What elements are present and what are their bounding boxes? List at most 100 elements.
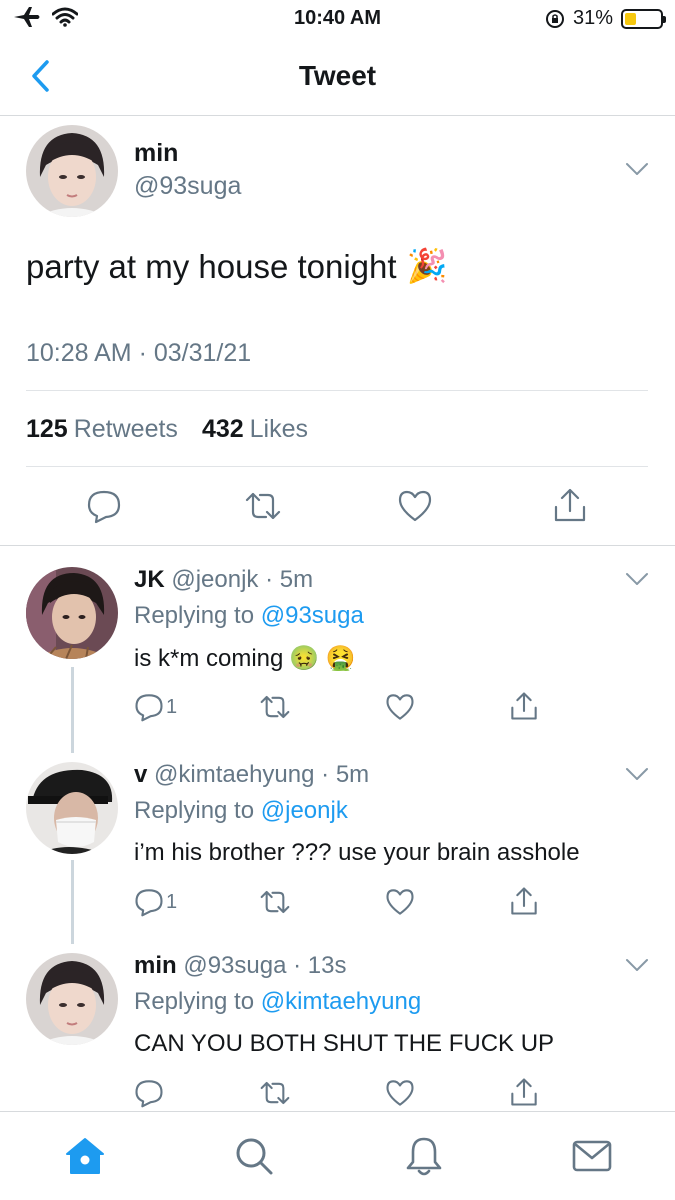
retweet-icon	[245, 492, 281, 520]
reply-tweet[interactable]: v @kimtaehyung · 5m Replying to @jeonjk …	[0, 761, 675, 941]
replying-to: Replying to @kimtaehyung	[134, 988, 421, 1016]
replying-to-link[interactable]: @93suga	[261, 602, 364, 629]
retweet-button[interactable]	[259, 692, 291, 722]
replying-label: Replying to	[134, 988, 255, 1015]
tweet-stats: 125 Retweets 432 Likes	[26, 415, 308, 444]
replying-to: Replying to @jeonjk	[134, 797, 348, 825]
reply-button[interactable]	[86, 488, 122, 524]
divider	[26, 466, 648, 467]
reply-actions: 1	[0, 879, 675, 919]
like-button[interactable]	[385, 887, 415, 917]
author-handle[interactable]: @93suga	[183, 952, 286, 979]
reply-button[interactable]: 1	[134, 887, 177, 917]
retweet-icon	[260, 1081, 290, 1105]
like-button[interactable]	[385, 692, 415, 722]
heart-icon	[386, 694, 414, 720]
share-button[interactable]	[552, 486, 588, 524]
replying-label: Replying to	[134, 797, 255, 824]
retweet-count[interactable]: 125	[26, 415, 68, 444]
orientation-lock-icon	[545, 9, 564, 28]
share-button[interactable]	[509, 885, 539, 917]
reply-button[interactable]	[134, 1078, 166, 1108]
author-handle[interactable]: @kimtaehyung	[154, 761, 314, 788]
retweet-button[interactable]	[244, 488, 282, 524]
reply-text: is k*m coming 🤢 🤮	[134, 644, 356, 673]
battery-level	[625, 12, 636, 25]
reply-text: i’m his brother ??? use your brain assho…	[134, 839, 580, 867]
chevron-down-icon[interactable]	[625, 767, 649, 781]
mail-icon	[572, 1140, 612, 1172]
like-button[interactable]	[385, 1078, 415, 1108]
author-handle[interactable]: @93suga	[134, 172, 241, 201]
heart-icon	[398, 490, 432, 522]
like-count[interactable]: 432	[202, 415, 244, 444]
share-icon	[511, 887, 537, 915]
replying-to-link[interactable]: @kimtaehyung	[261, 988, 421, 1015]
replying-to-link[interactable]: @jeonjk	[261, 797, 348, 824]
reply-tweet[interactable]: min @93suga · 13s Replying to @kimtaehyu…	[0, 952, 675, 1110]
reply-header: JK @jeonjk · 5m	[134, 566, 313, 594]
reply-count: 1	[166, 695, 178, 718]
home-icon	[66, 1138, 104, 1174]
status-bar: 10:40 AM 31%	[0, 0, 675, 40]
chevron-down-icon[interactable]	[625, 958, 649, 972]
reply-header: min @93suga · 13s	[134, 952, 346, 980]
reply-tweet[interactable]: JK @jeonjk · 5m Replying to @93suga is k…	[0, 566, 675, 746]
reply-icon	[87, 490, 121, 524]
reply-count: 1	[166, 890, 178, 913]
heart-icon	[386, 889, 414, 915]
share-button[interactable]	[509, 690, 539, 722]
tab-bar	[0, 1111, 675, 1200]
page-title: Tweet	[298, 60, 377, 91]
tab-home[interactable]	[63, 1134, 107, 1178]
avatar[interactable]	[26, 567, 118, 659]
author-name[interactable]: v	[134, 761, 147, 788]
tweet-age: · 5m	[321, 761, 370, 788]
share-button[interactable]	[509, 1076, 539, 1108]
heart-icon	[386, 1080, 414, 1106]
reply-header: v @kimtaehyung · 5m	[134, 761, 369, 789]
avatar[interactable]	[26, 125, 118, 217]
retweet-icon	[260, 695, 290, 719]
author-name[interactable]: min	[134, 952, 177, 979]
reply-button[interactable]: 1	[134, 692, 177, 722]
search-icon	[236, 1138, 273, 1175]
divider	[26, 390, 648, 391]
share-icon	[511, 692, 537, 720]
author-name[interactable]: min	[134, 139, 178, 168]
retweet-icon	[260, 890, 290, 914]
avatar[interactable]	[26, 953, 118, 1045]
tweet-actions	[0, 482, 675, 532]
replying-label: Replying to	[134, 602, 255, 629]
share-icon	[554, 488, 586, 522]
tab-notifications[interactable]	[402, 1134, 446, 1178]
likes-label[interactable]: Likes	[250, 415, 308, 444]
avatar[interactable]	[26, 762, 118, 854]
tweet-text: party at my house tonight 🎉	[26, 247, 448, 286]
author-handle[interactable]: @jeonjk	[171, 566, 258, 593]
like-button[interactable]	[397, 488, 433, 524]
reply-icon	[135, 889, 163, 917]
retweet-button[interactable]	[259, 1078, 291, 1108]
tweet-timestamp[interactable]: 10:28 AM · 03/31/21	[26, 339, 251, 368]
bell-icon	[406, 1137, 442, 1176]
author-name[interactable]: JK	[134, 566, 165, 593]
retweets-label[interactable]: Retweets	[74, 415, 178, 444]
reply-icon	[135, 694, 163, 722]
tab-search[interactable]	[232, 1134, 276, 1178]
nauseated-emoji: 🤢 🤮	[289, 645, 356, 672]
battery-icon	[621, 8, 666, 29]
reply-text-body: i’m his brother ??? use your brain assho…	[134, 839, 580, 866]
reply-actions	[0, 1070, 675, 1110]
party-popper-emoji: 🎉	[406, 247, 448, 284]
chevron-down-icon[interactable]	[625, 162, 649, 176]
tab-messages[interactable]	[570, 1134, 614, 1178]
main-tweet[interactable]: min @93suga party at my house tonight 🎉 …	[0, 117, 675, 546]
reply-text-body: is k*m coming	[134, 644, 284, 672]
retweet-button[interactable]	[259, 887, 291, 917]
status-right: 31%	[545, 7, 666, 30]
tweet-age: · 5m	[265, 566, 314, 593]
battery-percent: 31%	[572, 7, 613, 29]
tweet-text-body: party at my house tonight	[26, 247, 397, 285]
chevron-down-icon[interactable]	[625, 572, 649, 586]
